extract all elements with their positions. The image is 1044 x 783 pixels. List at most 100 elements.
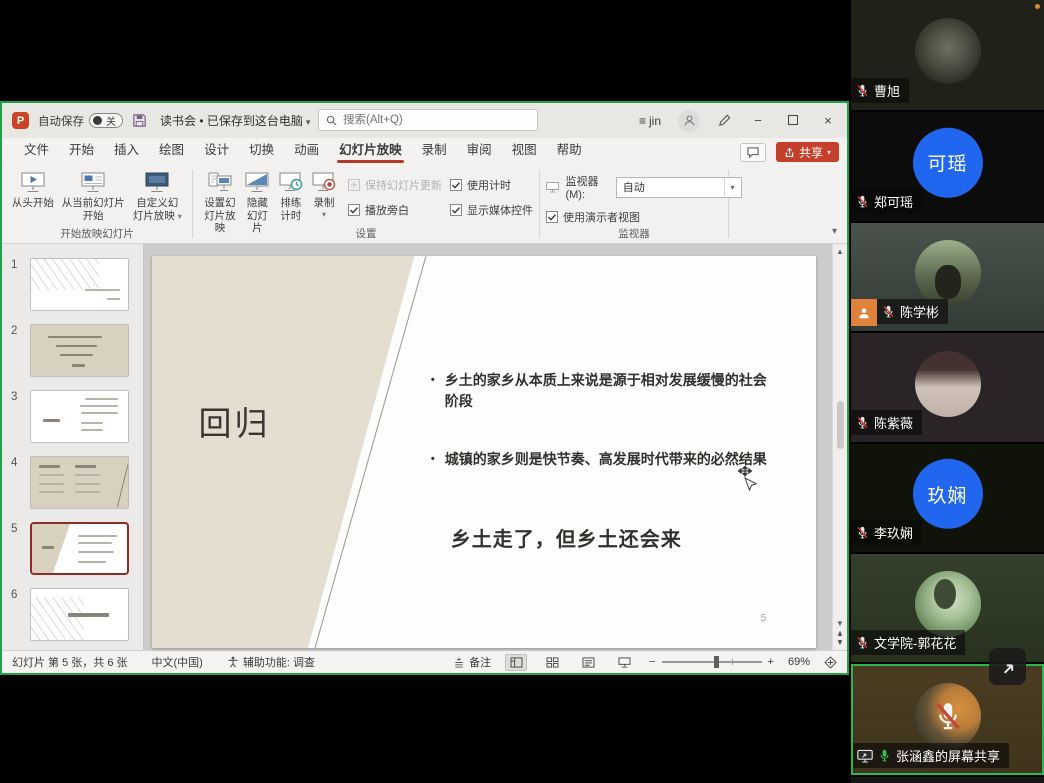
tab-slideshow[interactable]: 幻灯片放映 xyxy=(329,135,412,165)
next-slide-button[interactable]: ▼▼ xyxy=(837,641,844,646)
slide-thumbnail-6[interactable]: 6 xyxy=(30,588,129,641)
hamburger-icon: ≡ xyxy=(639,114,646,128)
slide-thumbnail-panel: 1 2 xyxy=(2,244,144,650)
fit-to-window-icon[interactable] xyxy=(824,656,837,669)
use-timings-checkbox[interactable]: 使用计时 xyxy=(450,177,533,193)
scroll-up-icon[interactable]: ▲ xyxy=(836,247,844,256)
save-icon[interactable] xyxy=(132,113,147,128)
comments-button[interactable] xyxy=(740,143,766,162)
slide-bullet-list[interactable]: •乡土的家乡从本质上来说是源于相对发展缓慢的社会阶段 •城镇的家乡则是快节奏、高… xyxy=(431,370,776,470)
share-button[interactable]: 共享 ▾ xyxy=(776,142,839,162)
normal-view-button[interactable] xyxy=(505,654,527,671)
slide-thumbnail-2[interactable]: 2 xyxy=(30,324,129,377)
ppt-ribbon: 从头开始 从当前幻灯片开始 自定义幻灯片放映 ▾ 开始放映幻灯片 xyxy=(2,165,847,244)
tab-home[interactable]: 开始 xyxy=(59,135,104,165)
slide-sorter-view-button[interactable] xyxy=(541,654,563,671)
current-slide[interactable]: 回归 •乡土的家乡从本质上来说是源于相对发展缓慢的社会阶段 •城镇的家乡则是快节… xyxy=(152,256,816,648)
tab-insert[interactable]: 插入 xyxy=(104,135,149,165)
from-beginning-icon xyxy=(20,171,46,195)
search-bar[interactable] xyxy=(318,109,538,131)
slide-number: 5 xyxy=(11,523,17,535)
participant-tile[interactable]: 曹旭 xyxy=(851,0,1044,110)
participant-name: 张涵鑫的屏幕共享 xyxy=(896,746,1000,765)
powerpoint-app-icon[interactable]: P xyxy=(12,112,29,129)
ppt-workarea: 1 2 xyxy=(2,244,847,650)
doc-title-chevron-icon: ▾ xyxy=(306,117,311,127)
slideshow-view-button[interactable] xyxy=(613,654,635,671)
custom-slideshow-button[interactable]: 自定义幻灯片放映 ▾ xyxy=(129,170,186,223)
play-narrations-checkbox[interactable]: 播放旁白 xyxy=(348,202,442,218)
user-account-chip[interactable]: ≡jin xyxy=(639,114,661,128)
bullet-marker: • xyxy=(431,372,435,412)
slide-thumbnail-1[interactable]: 1 xyxy=(30,258,129,311)
scrollbar-thumb[interactable] xyxy=(837,401,844,449)
rehearse-timings-button[interactable]: 排练计时 xyxy=(274,170,308,223)
from-beginning-button[interactable]: 从头开始 xyxy=(8,170,58,211)
monitor-select[interactable]: 自动 ▾ xyxy=(616,177,742,198)
mic-muted-icon xyxy=(855,415,870,430)
ppt-menubar: 文件 开始 插入 绘图 设计 切换 动画 幻灯片放映 录制 审阅 视图 帮助 xyxy=(2,138,847,165)
zoom-out-icon[interactable]: − xyxy=(649,656,655,668)
tab-animations[interactable]: 动画 xyxy=(284,135,329,165)
from-current-slide-button[interactable]: 从当前幻灯片开始 xyxy=(58,170,129,223)
notification-dot xyxy=(1035,4,1040,9)
custom-slideshow-icon xyxy=(144,171,170,195)
participant-tile[interactable]: 陈学彬 xyxy=(851,223,1044,331)
tab-transitions[interactable]: 切换 xyxy=(239,135,284,165)
tab-help[interactable]: 帮助 xyxy=(547,135,592,165)
language-indicator[interactable]: 中文(中国) xyxy=(152,654,203,670)
scroll-down-icon[interactable]: ▼ xyxy=(836,619,844,628)
participant-tile[interactable]: 陈紫薇 xyxy=(851,333,1044,442)
minimize-button[interactable]: − xyxy=(749,113,767,128)
slide-number: 6 xyxy=(11,589,17,601)
document-title[interactable]: 读书会 • 已保存到这台电脑▾ xyxy=(160,112,310,129)
account-avatar-icon[interactable] xyxy=(678,110,700,132)
participant-tile[interactable]: 玖娴 李玖娴 xyxy=(851,444,1044,552)
zoom-in-icon[interactable]: + xyxy=(768,656,774,668)
notes-button[interactable]: 备注 xyxy=(453,654,491,670)
close-button[interactable]: × xyxy=(819,113,837,128)
collapse-ribbon-icon[interactable]: ▾ xyxy=(832,226,837,237)
participant-name-label: 郑可瑶 xyxy=(851,189,922,214)
accessibility-icon xyxy=(227,656,239,668)
participant-name-label: 文学院-郭花花 xyxy=(851,630,965,655)
tab-file[interactable]: 文件 xyxy=(14,135,59,165)
mic-muted-icon xyxy=(881,304,896,319)
search-input[interactable] xyxy=(343,114,503,126)
slide-title[interactable]: 回归 xyxy=(198,397,270,445)
use-presenter-view-checkbox[interactable]: 使用演示者视图 xyxy=(546,209,640,225)
mic-muted-icon xyxy=(855,83,870,98)
popout-share-button[interactable] xyxy=(989,648,1026,685)
ppt-titlebar: P 自动保存 关 读书会 • 已保存到这台电脑▾ ≡jin xyxy=(2,103,847,138)
autosave-toggle[interactable]: 自动保存 关 xyxy=(38,113,123,129)
slide-thumbnail-3[interactable]: 3 xyxy=(30,390,129,443)
vertical-scrollbar[interactable]: ▲ ▼ ▲▲ ▼▼ xyxy=(832,244,847,650)
draw-pen-icon[interactable] xyxy=(717,113,732,128)
notes-icon xyxy=(453,657,465,668)
participant-tile[interactable]: 文学院-郭花花 xyxy=(851,554,1044,662)
slide-number: 3 xyxy=(11,391,17,403)
previous-slide-button[interactable]: ▲▲ xyxy=(837,632,844,637)
autosave-switch[interactable]: 关 xyxy=(89,113,123,128)
tab-view[interactable]: 视图 xyxy=(502,135,547,165)
keep-slides-updated-checkbox: 保持幻灯片更新 xyxy=(348,177,442,193)
zoom-slider-thumb[interactable] xyxy=(714,656,719,668)
tab-design[interactable]: 设计 xyxy=(194,135,239,165)
tab-review[interactable]: 审阅 xyxy=(457,135,502,165)
monitor-field-label: 监视器(M): xyxy=(565,173,609,201)
tab-draw[interactable]: 绘图 xyxy=(149,135,194,165)
slide-thumbnail-5-selected[interactable]: 5 xyxy=(30,522,129,575)
reading-view-button[interactable] xyxy=(577,654,599,671)
accessibility-status[interactable]: 辅助功能: 调查 xyxy=(227,654,315,670)
record-button[interactable]: 录制 ▾ xyxy=(308,170,340,220)
slide-closing-text[interactable]: 乡土走了，但乡土还会来 xyxy=(451,523,682,552)
slide-thumbnail-4[interactable]: 4 xyxy=(30,456,129,509)
tab-record[interactable]: 录制 xyxy=(412,135,457,165)
show-media-controls-checkbox[interactable]: 显示媒体控件 xyxy=(450,202,533,218)
zoom-slider[interactable]: − + xyxy=(649,656,774,668)
participant-tile[interactable]: 可瑶 郑可瑶 xyxy=(851,112,1044,221)
zoom-percentage[interactable]: 69% xyxy=(788,656,810,668)
bullet-item: •乡土的家乡从本质上来说是源于相对发展缓慢的社会阶段 xyxy=(431,370,776,412)
avatar xyxy=(915,240,981,306)
maximize-button[interactable] xyxy=(784,113,802,128)
